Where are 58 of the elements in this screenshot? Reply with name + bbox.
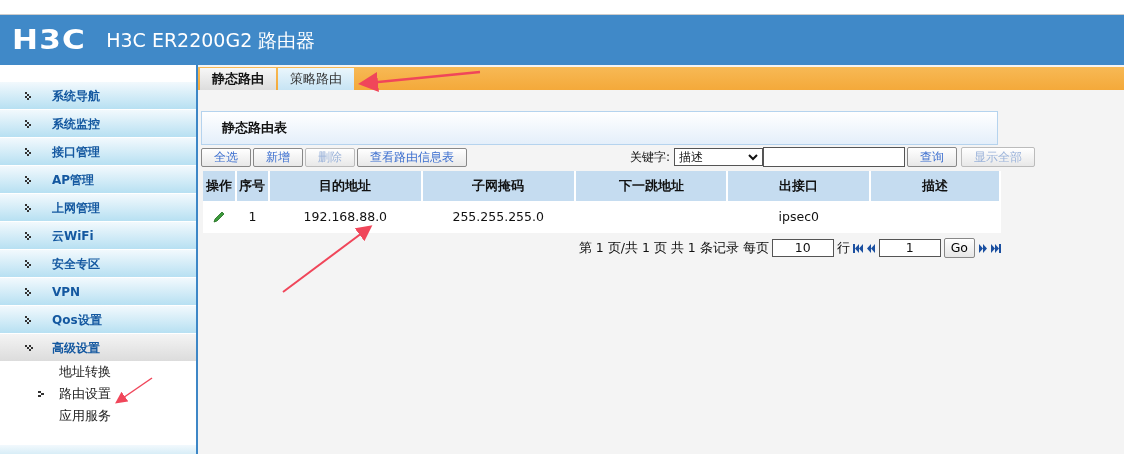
chevron-icon — [24, 286, 34, 297]
next-page-icon[interactable] — [978, 243, 988, 253]
submenu-item[interactable]: 地址转换 — [59, 362, 111, 382]
chevron-icon — [24, 258, 34, 269]
column-header: 描述 — [870, 171, 1000, 201]
chevron-icon — [24, 314, 34, 325]
keyword-label: 关键字: — [629, 149, 670, 166]
sidebar-item[interactable]: 接口管理 — [0, 137, 196, 165]
table-cell: 1 — [248, 208, 257, 224]
column-header: 子网掩码 — [421, 171, 575, 201]
rows-label: 行 — [836, 238, 850, 257]
column-header: 序号 — [235, 171, 269, 201]
chevron-icon — [24, 202, 34, 213]
table-cell: 255.255.255.0 — [452, 208, 544, 224]
toolbar-button[interactable]: 查看路由信息表 — [357, 147, 467, 167]
last-page-icon[interactable] — [991, 243, 1001, 253]
chevron-icon — [24, 230, 34, 241]
panel-title: 静态路由表 — [201, 111, 998, 145]
column-header: 下一跳地址 — [574, 171, 728, 201]
tab[interactable]: 策略路由 — [278, 68, 354, 90]
chevron-icon — [24, 90, 34, 101]
sidebar-item[interactable]: VPN — [0, 277, 196, 305]
annotation-arrow — [115, 377, 153, 404]
per-page-field[interactable]: 10 — [771, 239, 834, 257]
column-header: 出接口 — [727, 171, 871, 201]
dropdown-icon — [748, 153, 758, 161]
go-button[interactable]: Go — [943, 238, 975, 258]
page-summary: 第 1 页/共 1 页 共 1 条记录 每页 — [578, 238, 769, 257]
column-header: 操作 — [203, 171, 236, 201]
toolbar-button[interactable]: 全选 — [201, 147, 251, 167]
sidebar-item[interactable]: 高级设置 — [0, 333, 196, 361]
table-cell: 192.168.88.0 — [303, 208, 388, 224]
first-page-icon[interactable] — [852, 243, 863, 253]
chevron-icon — [24, 342, 34, 353]
chevron-icon — [24, 118, 34, 129]
pencil-icon[interactable] — [212, 210, 227, 225]
sidebar-item[interactable]: 系统导航 — [0, 81, 196, 109]
search-field[interactable] — [763, 147, 905, 167]
column-header: 目的地址 — [268, 171, 422, 201]
tab[interactable]: 静态路由 — [200, 68, 276, 90]
sidebar-item[interactable]: AP管理 — [0, 165, 196, 193]
submenu-item[interactable]: 路由设置 — [59, 384, 111, 404]
page-field[interactable]: 1 — [878, 239, 941, 257]
chevron-icon — [24, 174, 34, 185]
chevron-icon — [24, 146, 34, 157]
sidebar-item[interactable]: 上网管理 — [0, 193, 196, 221]
sidebar-item[interactable]: 安全专区 — [0, 249, 196, 277]
logo: H3C — [12, 22, 86, 57]
toolbar-button[interactable]: 新增 — [253, 147, 303, 167]
table-cell: ipsec0 — [778, 208, 819, 224]
page-title: H3C ER2200G2 路由器 — [106, 27, 316, 53]
submenu-item[interactable]: 应用服务 — [59, 406, 111, 426]
keyword-select[interactable]: 描述 — [674, 148, 763, 166]
sidebar-item[interactable]: Qos设置 — [0, 305, 196, 333]
sidebar-item[interactable]: 云WiFi — [0, 221, 196, 249]
search-button[interactable]: 查询 — [907, 147, 957, 167]
sidebar-item[interactable]: 系统监控 — [0, 109, 196, 137]
previous-page-icon[interactable] — [865, 243, 876, 253]
